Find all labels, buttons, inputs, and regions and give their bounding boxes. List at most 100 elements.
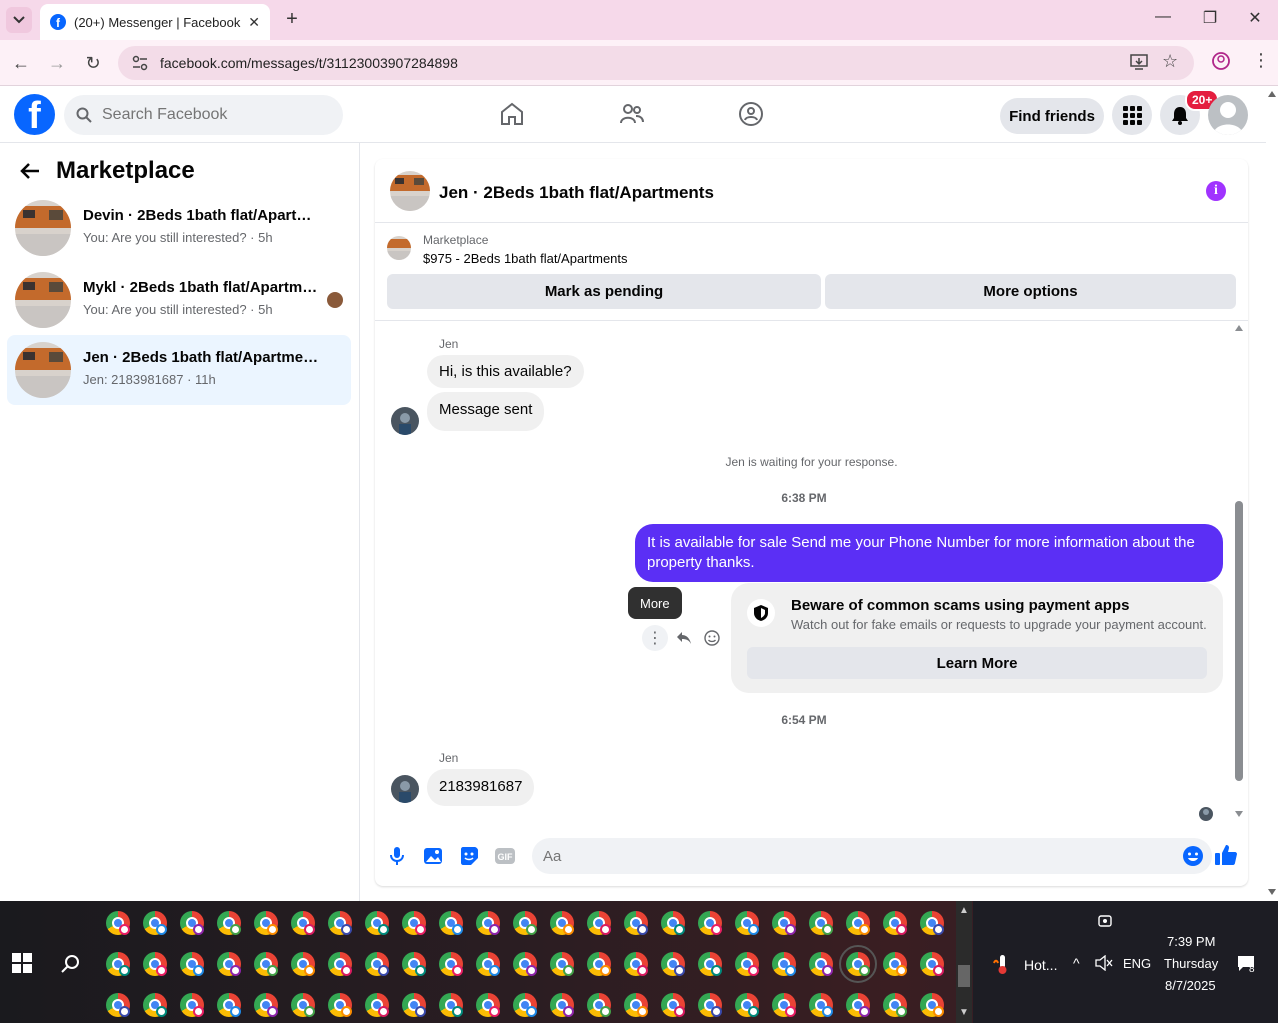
- like-thumb-icon[interactable]: [1214, 843, 1238, 867]
- chrome-profile-taskbar-icon[interactable]: [772, 911, 796, 935]
- chrome-profile-taskbar-icon[interactable]: [587, 993, 611, 1017]
- chrome-profile-taskbar-icon[interactable]: [180, 952, 204, 976]
- chrome-profile-taskbar-icon[interactable]: [920, 911, 944, 935]
- chrome-profile-taskbar-icon[interactable]: [254, 993, 278, 1017]
- chrome-profile-taskbar-icon[interactable]: [180, 993, 204, 1017]
- chrome-profile-taskbar-icon[interactable]: [143, 993, 167, 1017]
- chrome-profile-taskbar-icon[interactable]: [735, 993, 759, 1017]
- chrome-profile-taskbar-icon[interactable]: [106, 911, 130, 935]
- chrome-profile-taskbar-icon[interactable]: [365, 952, 389, 976]
- clock-day[interactable]: Thursday: [1164, 956, 1218, 971]
- chrome-profile-taskbar-icon[interactable]: [883, 911, 907, 935]
- chrome-profile-taskbar-icon[interactable]: [476, 911, 500, 935]
- groups-icon[interactable]: [738, 101, 764, 127]
- chrome-profile-taskbar-icon[interactable]: [402, 952, 426, 976]
- find-friends-button[interactable]: Find friends: [1000, 98, 1104, 134]
- chrome-profile-taskbar-icon[interactable]: [846, 993, 870, 1017]
- chrome-profile-taskbar-icon[interactable]: [735, 952, 759, 976]
- chrome-profile-taskbar-icon[interactable]: [698, 993, 722, 1017]
- chrome-profile-taskbar-icon[interactable]: [402, 911, 426, 935]
- page-scroll-up-icon[interactable]: [1268, 91, 1276, 97]
- omnibox[interactable]: facebook.com/messages/t/3112300390728489…: [118, 46, 1194, 80]
- sticker-icon[interactable]: [458, 845, 480, 867]
- more-options-button[interactable]: More options: [825, 274, 1236, 309]
- chrome-profile-taskbar-icon[interactable]: [883, 952, 907, 976]
- back-arrow-icon[interactable]: [20, 162, 40, 180]
- chrome-profile-taskbar-icon[interactable]: [439, 952, 463, 976]
- chrome-profile-taskbar-icon[interactable]: [661, 952, 685, 976]
- chrome-profile-taskbar-icon[interactable]: [180, 911, 204, 935]
- reload-icon[interactable]: ↻: [82, 52, 104, 74]
- taskbar-search-icon[interactable]: [60, 953, 82, 975]
- reply-icon[interactable]: [671, 625, 697, 651]
- contact-avatar[interactable]: [391, 775, 419, 803]
- chrome-profile-taskbar-icon[interactable]: [624, 952, 648, 976]
- forward-icon[interactable]: →: [46, 52, 68, 74]
- menu-kebab-icon[interactable]: ⋮: [1252, 50, 1270, 71]
- minimize-icon[interactable]: —: [1148, 8, 1178, 26]
- more-actions-icon[interactable]: ⋮: [642, 625, 668, 651]
- conversation-item-active[interactable]: Jen · 2Beds 1bath flat/Apartments Jen: 2…: [7, 335, 351, 405]
- chrome-profile-taskbar-icon[interactable]: [661, 993, 685, 1017]
- weather-text[interactable]: Hot...: [1024, 957, 1057, 973]
- microphone-icon[interactable]: [386, 845, 408, 867]
- chrome-profile-taskbar-icon[interactable]: [587, 952, 611, 976]
- chrome-profile-taskbar-icon[interactable]: [254, 952, 278, 976]
- chrome-profile-taskbar-icon[interactable]: [439, 993, 463, 1017]
- chat-title[interactable]: Jen · 2Beds 1bath flat/Apartments: [439, 183, 714, 203]
- chrome-profile-taskbar-icon[interactable]: [550, 911, 574, 935]
- chrome-profile-taskbar-icon[interactable]: [291, 952, 315, 976]
- search-box[interactable]: [64, 95, 343, 135]
- chrome-profile-taskbar-icon[interactable]: [106, 993, 130, 1017]
- conversation-item[interactable]: Mykl · 2Beds 1bath flat/Apartme... You: …: [7, 265, 351, 335]
- chrome-profile-taskbar-icon[interactable]: [106, 952, 130, 976]
- incoming-message[interactable]: Message sent: [427, 392, 545, 431]
- chrome-profile-taskbar-icon[interactable]: [439, 911, 463, 935]
- learn-more-button[interactable]: Learn More: [747, 647, 1207, 679]
- chrome-profile-taskbar-icon[interactable]: [217, 993, 241, 1017]
- photo-icon[interactable]: [422, 845, 444, 867]
- volume-muted-icon[interactable]: [1095, 955, 1113, 971]
- chrome-profile-taskbar-icon[interactable]: [846, 911, 870, 935]
- weather-thermometer-icon[interactable]: [993, 953, 1011, 975]
- chrome-profile-taskbar-icon[interactable]: [883, 993, 907, 1017]
- chrome-profile-taskbar-icon[interactable]: [920, 993, 944, 1017]
- chrome-profile-taskbar-icon[interactable]: [661, 911, 685, 935]
- chrome-profile-taskbar-icon[interactable]: [143, 952, 167, 976]
- message-input[interactable]: [543, 847, 1163, 865]
- chrome-profile-taskbar-icon[interactable]: [624, 993, 648, 1017]
- language-indicator[interactable]: ENG: [1123, 956, 1151, 971]
- chat-listing-thumbnail[interactable]: [390, 171, 430, 211]
- chrome-profile-taskbar-icon[interactable]: [587, 911, 611, 935]
- meet-now-icon[interactable]: [1097, 913, 1113, 929]
- menu-grid-button[interactable]: [1112, 95, 1152, 135]
- home-icon[interactable]: [499, 101, 525, 127]
- chrome-profile-taskbar-icon[interactable]: [476, 993, 500, 1017]
- chrome-profile-taskbar-icon[interactable]: [698, 911, 722, 935]
- chrome-profile-taskbar-icon[interactable]: [365, 993, 389, 1017]
- chrome-profile-taskbar-icon[interactable]: [920, 952, 944, 976]
- chrome-profile-taskbar-icon[interactable]: [291, 993, 315, 1017]
- browser-tab[interactable]: f (20+) Messenger | Facebook ✕: [40, 4, 270, 40]
- chrome-profile-taskbar-icon[interactable]: [698, 952, 722, 976]
- chrome-profile-taskbar-icon[interactable]: [328, 993, 352, 1017]
- contact-avatar[interactable]: [391, 407, 419, 435]
- scroll-down-icon[interactable]: [1235, 811, 1243, 817]
- chrome-profile-taskbar-icon[interactable]: [402, 993, 426, 1017]
- chrome-profile-taskbar-icon[interactable]: [839, 945, 877, 983]
- chrome-profile-taskbar-icon[interactable]: [513, 911, 537, 935]
- message-input-box[interactable]: [532, 838, 1212, 874]
- new-tab-button[interactable]: +: [282, 8, 302, 30]
- clock-time[interactable]: 7:39 PM: [1167, 934, 1215, 949]
- site-settings-icon[interactable]: [132, 55, 148, 71]
- chrome-profile-taskbar-icon[interactable]: [809, 911, 833, 935]
- profile-icon[interactable]: [1212, 52, 1230, 70]
- chrome-profile-taskbar-icon[interactable]: [550, 952, 574, 976]
- tab-search-dropdown[interactable]: [6, 7, 32, 33]
- conversation-item[interactable]: Devin · 2Beds 1bath flat/Apartments You:…: [7, 193, 351, 263]
- chrome-profile-taskbar-icon[interactable]: [328, 911, 352, 935]
- outgoing-message[interactable]: It is available for sale Send me your Ph…: [635, 524, 1223, 582]
- page-scroll-down-icon[interactable]: [1268, 889, 1276, 895]
- chrome-profile-taskbar-icon[interactable]: [217, 911, 241, 935]
- clock-date[interactable]: 8/7/2025: [1165, 978, 1216, 993]
